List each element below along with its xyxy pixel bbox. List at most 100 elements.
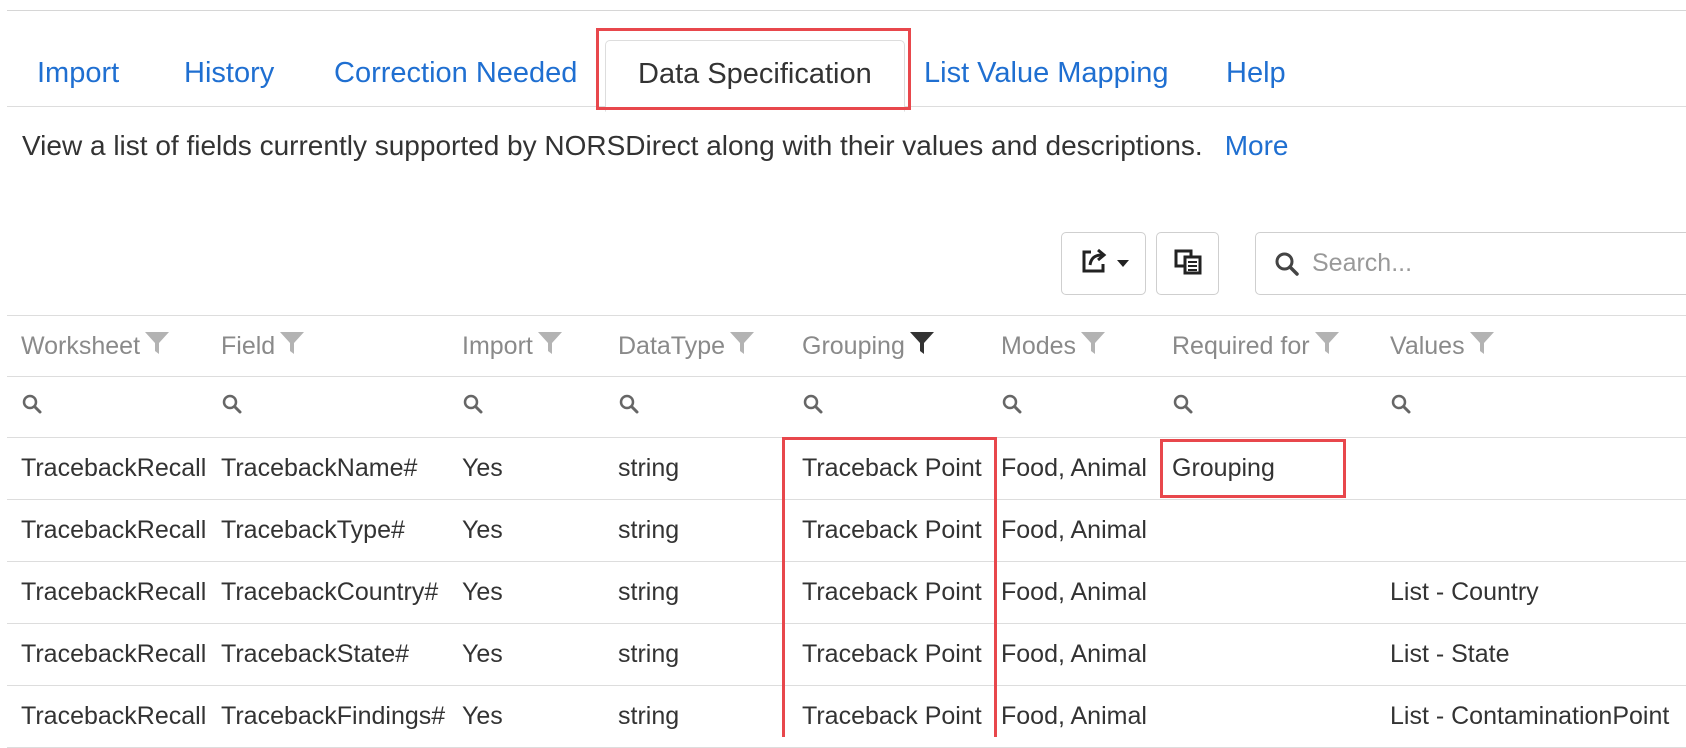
cell-field: TracebackCountry# — [221, 578, 439, 606]
filter-icon[interactable] — [1469, 330, 1495, 363]
filter-cell-grouping[interactable] — [788, 377, 824, 437]
column-header-modes[interactable]: Modes — [987, 316, 1106, 376]
tab-import[interactable]: Import — [37, 36, 119, 106]
column-header-datatype[interactable]: DataType — [604, 316, 755, 376]
filter-icon[interactable] — [1080, 330, 1106, 363]
cell-import: Yes — [462, 516, 503, 544]
search-icon — [462, 393, 484, 422]
cell-import: Yes — [462, 454, 503, 482]
cell-values — [1376, 438, 1390, 499]
column-header-required-for[interactable]: Required for — [1158, 316, 1340, 376]
cell-field: TracebackType# — [221, 516, 405, 544]
cell-datatype: string — [618, 578, 680, 606]
tab-help[interactable]: Help — [1226, 36, 1286, 106]
table-row[interactable]: TracebackRecall TracebackFindings# Yes s… — [7, 686, 1686, 748]
tab-bar: Import History Correction Needed Data Sp… — [7, 36, 1686, 112]
column-label: Grouping — [802, 331, 905, 360]
export-icon — [1079, 246, 1109, 281]
cell-grouping: Traceback Point — [802, 702, 982, 730]
cell-import: Yes — [462, 702, 503, 730]
column-header-field[interactable]: Field — [207, 316, 305, 376]
filter-cell-modes[interactable] — [987, 377, 1023, 437]
cell-grouping: Traceback Point — [802, 454, 982, 482]
cell-values: List - Country — [1390, 578, 1539, 606]
column-label: Modes — [1001, 331, 1077, 360]
column-label: Required for — [1172, 331, 1310, 360]
search-box[interactable] — [1255, 232, 1686, 295]
cell-import: Yes — [462, 640, 503, 668]
cell-modes: Food, Animal — [1001, 702, 1147, 730]
cell-datatype: string — [618, 702, 680, 730]
column-chooser-icon — [1173, 246, 1203, 281]
tab-history[interactable]: History — [184, 36, 274, 106]
table-row[interactable]: TracebackRecall TracebackCountry# Yes st… — [7, 562, 1686, 624]
tab-correction-needed[interactable]: Correction Needed — [334, 36, 577, 106]
column-chooser-button[interactable] — [1156, 232, 1219, 295]
intro-text: View a list of fields currently supporte… — [22, 130, 1289, 162]
filter-icon[interactable] — [1314, 330, 1340, 363]
column-header-grouping[interactable]: Grouping — [788, 316, 935, 376]
cell-modes: Food, Animal — [1001, 578, 1147, 606]
caret-down-icon — [1116, 255, 1129, 273]
column-label: Values — [1390, 331, 1465, 360]
cell-worksheet: TracebackRecall — [21, 516, 207, 544]
search-icon — [1390, 393, 1412, 422]
cell-worksheet: TracebackRecall — [21, 640, 207, 668]
search-icon — [21, 393, 43, 422]
filter-cell-worksheet[interactable] — [7, 377, 43, 437]
filter-cell-import[interactable] — [448, 377, 484, 437]
search-icon — [802, 393, 824, 422]
cell-grouping: Traceback Point — [802, 640, 982, 668]
cell-field: TracebackName# — [221, 454, 418, 482]
cell-required-for — [1158, 624, 1172, 685]
column-header-import[interactable]: Import — [448, 316, 563, 376]
export-button[interactable] — [1061, 232, 1146, 295]
cell-field: TracebackFindings# — [221, 702, 446, 730]
column-label: Worksheet — [21, 331, 141, 360]
filter-icon[interactable] — [909, 330, 935, 363]
cell-worksheet: TracebackRecall — [21, 454, 207, 482]
cell-grouping: Traceback Point — [802, 516, 982, 544]
table-row[interactable]: TracebackRecall TracebackType# Yes strin… — [7, 500, 1686, 562]
cell-datatype: string — [618, 516, 680, 544]
search-input[interactable] — [1310, 248, 1654, 279]
cell-field: TracebackState# — [221, 640, 410, 668]
filter-cell-values[interactable] — [1376, 377, 1412, 437]
filter-cell-required-for[interactable] — [1158, 377, 1194, 437]
filter-cell-datatype[interactable] — [604, 377, 640, 437]
column-label: Field — [221, 331, 276, 360]
search-icon — [618, 393, 640, 422]
table-row[interactable]: TracebackRecall TracebackState# Yes stri… — [7, 624, 1686, 686]
tab-data-specification[interactable]: Data Specification — [605, 40, 905, 112]
column-header-worksheet[interactable]: Worksheet — [7, 316, 170, 376]
tab-list-value-mapping[interactable]: List Value Mapping — [924, 36, 1169, 106]
column-header-values[interactable]: Values — [1376, 316, 1495, 376]
column-label: Import — [462, 331, 533, 360]
search-icon — [1172, 393, 1194, 422]
filter-icon[interactable] — [729, 330, 755, 363]
cell-required-for — [1158, 500, 1172, 561]
search-icon — [1001, 393, 1023, 422]
cell-grouping: Traceback Point — [802, 578, 982, 606]
grid-filter-row — [7, 377, 1686, 438]
search-icon — [1274, 251, 1300, 277]
filter-icon[interactable] — [279, 330, 305, 363]
intro-description: View a list of fields currently supporte… — [22, 130, 1203, 161]
cell-required-for — [1158, 686, 1172, 747]
cell-worksheet: TracebackRecall — [21, 702, 207, 730]
cell-values — [1376, 500, 1390, 561]
cell-required-for — [1158, 562, 1172, 623]
more-link[interactable]: More — [1225, 130, 1289, 161]
filter-icon[interactable] — [537, 330, 563, 363]
cell-values: List - ContaminationPoint — [1390, 702, 1670, 730]
search-icon — [221, 393, 243, 422]
filter-cell-field[interactable] — [207, 377, 243, 437]
cell-required-for: Grouping — [1172, 454, 1275, 482]
data-grid: Worksheet Field Import DataType Grouping… — [7, 315, 1686, 748]
cell-worksheet: TracebackRecall — [21, 578, 207, 606]
table-row[interactable]: TracebackRecall TracebackName# Yes strin… — [7, 438, 1686, 500]
grid-header-row: Worksheet Field Import DataType Grouping… — [7, 316, 1686, 377]
column-label: DataType — [618, 331, 726, 360]
filter-icon[interactable] — [144, 330, 170, 363]
top-divider — [7, 10, 1686, 11]
